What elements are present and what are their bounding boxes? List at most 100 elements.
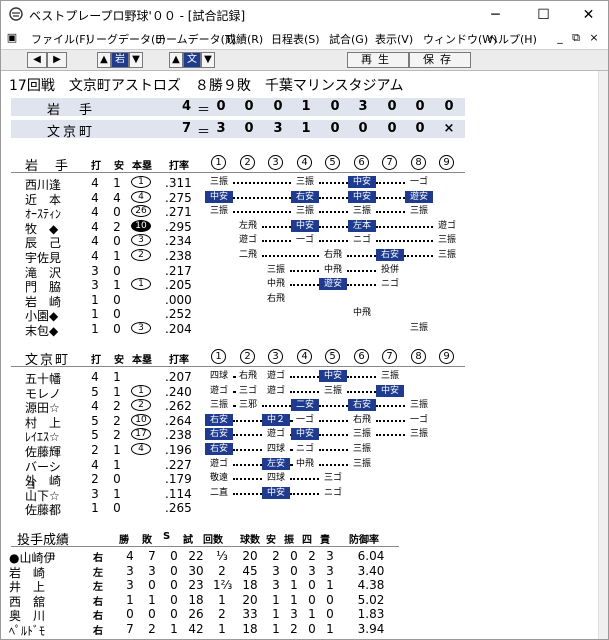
inning-label: 4 — [297, 349, 312, 364]
at-bat-result: 三振 — [209, 177, 228, 187]
menu-view[interactable]: 表示(V) — [375, 31, 413, 47]
pitching-stat: 1 — [218, 592, 226, 607]
at-bat-result: 四球 — [266, 473, 285, 484]
pitching-stat: 3 — [290, 607, 298, 622]
at-bat-result: 三振 — [209, 206, 228, 217]
batting-average: .205 — [165, 278, 192, 293]
at-bats: 1 — [91, 292, 99, 307]
dotted-connector — [233, 449, 262, 451]
dotted-connector — [319, 225, 348, 228]
batting-average: .217 — [165, 263, 192, 278]
mdi-minimize-icon[interactable]: _ — [553, 31, 567, 44]
hits: 0 — [113, 205, 121, 220]
minimize-button[interactable]: ─ — [473, 1, 518, 29]
table-row: 五十幡 4 1.207 四球 右飛 遊ゴ 中安 三振 — [25, 370, 475, 386]
play-button[interactable]: 再生 — [347, 52, 409, 68]
table-row: 牧 ◆ 4 2 10.295 左飛 中安 左本 遊ゴ — [25, 219, 475, 236]
menu-records[interactable]: 成績(R) — [225, 31, 263, 47]
score-inning-cell: 0 — [358, 121, 368, 136]
mdi-icon[interactable]: ▣ — [5, 31, 19, 44]
pitching-stat: 3.40 — [357, 563, 385, 578]
throwing-hand: 右 — [93, 553, 103, 564]
arrow-left-icon[interactable]: ◀ — [27, 52, 47, 68]
close-button[interactable]: ✕ — [566, 1, 609, 29]
pitching-stat: 5.02 — [357, 592, 385, 607]
menu-team-data[interactable]: チームデータ(T) — [155, 31, 236, 47]
section-divider — [11, 366, 465, 367]
dotted-connector — [376, 434, 405, 437]
home-runs-badge: 10 — [131, 413, 151, 426]
at-bat-result: 右安 — [376, 249, 404, 261]
batting-average: .311 — [165, 176, 192, 190]
table-row: 源田☆ 4 2 2.262 三振 三邪 二安 右安 三振 — [25, 399, 475, 415]
at-bat-result: 三振 — [409, 400, 428, 411]
pitching-stat: 3 — [308, 563, 316, 578]
hits: 1 — [113, 384, 121, 399]
at-bat-result: 中飛 — [323, 264, 342, 275]
pitching-stat: 1 — [126, 592, 134, 607]
dotted-connector — [319, 182, 348, 184]
at-bat-result: 右安 — [291, 190, 319, 203]
header-hits: 安 — [114, 355, 124, 366]
header-ab: 打 — [91, 355, 101, 366]
team-left-toggle[interactable]: 岩 — [111, 52, 129, 68]
pitching-stat: 33 — [242, 607, 258, 622]
dotted-connector — [290, 269, 319, 272]
pitching-stat: 4 — [126, 549, 134, 563]
table-row: 近 本 4 4 4.275 中安 右安 中安 遊安 — [25, 190, 475, 207]
game-header: 17回戦 文京町アストロズ ８勝９敗 千葉マリンスタジアム — [9, 78, 404, 94]
hits: 1 — [113, 457, 121, 472]
pitching-stat: 3 — [126, 578, 134, 593]
arrow-right-icon[interactable]: ▶ — [47, 52, 67, 68]
save-button[interactable]: 保存 — [409, 52, 471, 68]
at-bat-result: 四球 — [209, 371, 228, 381]
pitching-stat: 30 — [188, 563, 204, 578]
menu-game[interactable]: 試合(G) — [329, 31, 368, 47]
pitching-stat: 3 — [326, 549, 334, 563]
pitching-stat: 0 — [308, 592, 316, 607]
batting-average: .000 — [165, 292, 192, 307]
at-bat-result: 遊ゴ — [266, 385, 285, 396]
at-bat-result: 中安 — [205, 190, 233, 203]
score-inning-cell: 0 — [330, 121, 340, 136]
menu-league-data[interactable]: リーグデータ(L) — [85, 31, 166, 47]
score-inning-cell: 1 — [301, 99, 311, 114]
header-ab: 打 — [91, 161, 101, 172]
table-row: モレノ 5 1 1.240 遊ゴ 三ゴ 遊ゴ 三振 中安 — [25, 384, 475, 401]
at-bat-result: 中飛 — [266, 279, 285, 290]
dotted-connector — [262, 225, 291, 228]
team-right-toggle[interactable]: 文 — [183, 52, 201, 68]
table-row: 末包◆ 1 0 3 .204 三振 — [25, 322, 475, 338]
dotted-connector — [233, 182, 291, 184]
table-row: 西 舘右 1 1 0 18 1 20 1 1 0 0 5.02 — [9, 592, 409, 609]
pitching-header: 試 — [183, 535, 193, 546]
pitching-stat: 0 — [148, 607, 156, 622]
hits: 0 — [113, 501, 121, 516]
table-row: 滝 沢 3 0.217 三振 中飛 投併 — [25, 263, 475, 280]
throwing-hand: 右 — [93, 611, 103, 623]
pitching-stat: 0 — [126, 607, 134, 622]
menu-help[interactable]: ヘルプ(H) — [487, 31, 537, 47]
mdi-restore-icon[interactable]: ⧉ — [569, 31, 583, 45]
arrow-down-icon[interactable]: ▼ — [129, 52, 143, 68]
table-row: 宇佐見 4 1 2.238 二飛 右飛 右安 三振 — [25, 249, 475, 265]
arrow-up-icon-2[interactable]: ▲ — [169, 52, 183, 68]
inning-label: 8 — [411, 155, 426, 170]
arrow-down-icon-2[interactable]: ▼ — [201, 52, 215, 68]
score-inning-cell: 0 — [216, 99, 226, 114]
at-bat-result: 遊安 — [319, 278, 347, 291]
menu-schedule[interactable]: 日程表(S) — [271, 31, 320, 47]
menu-file[interactable]: ファイル(F) — [31, 31, 90, 47]
pitching-stat: 2 — [308, 549, 316, 563]
at-bat-result: 左安 — [262, 457, 290, 470]
arrow-up-icon[interactable]: ▲ — [97, 52, 111, 68]
score-inning-cell: 3 — [273, 121, 283, 136]
vertical-scrollbar[interactable] — [598, 71, 608, 639]
pitching-stat: 0 — [308, 622, 316, 636]
hits: 1 — [113, 486, 121, 501]
pitching-stat: 0 — [290, 549, 298, 563]
maximize-button[interactable]: ☐ — [521, 1, 566, 29]
mdi-close-icon[interactable]: × — [587, 31, 601, 44]
at-bat-result: 三振 — [409, 429, 428, 440]
batting-average: .238 — [165, 428, 192, 443]
